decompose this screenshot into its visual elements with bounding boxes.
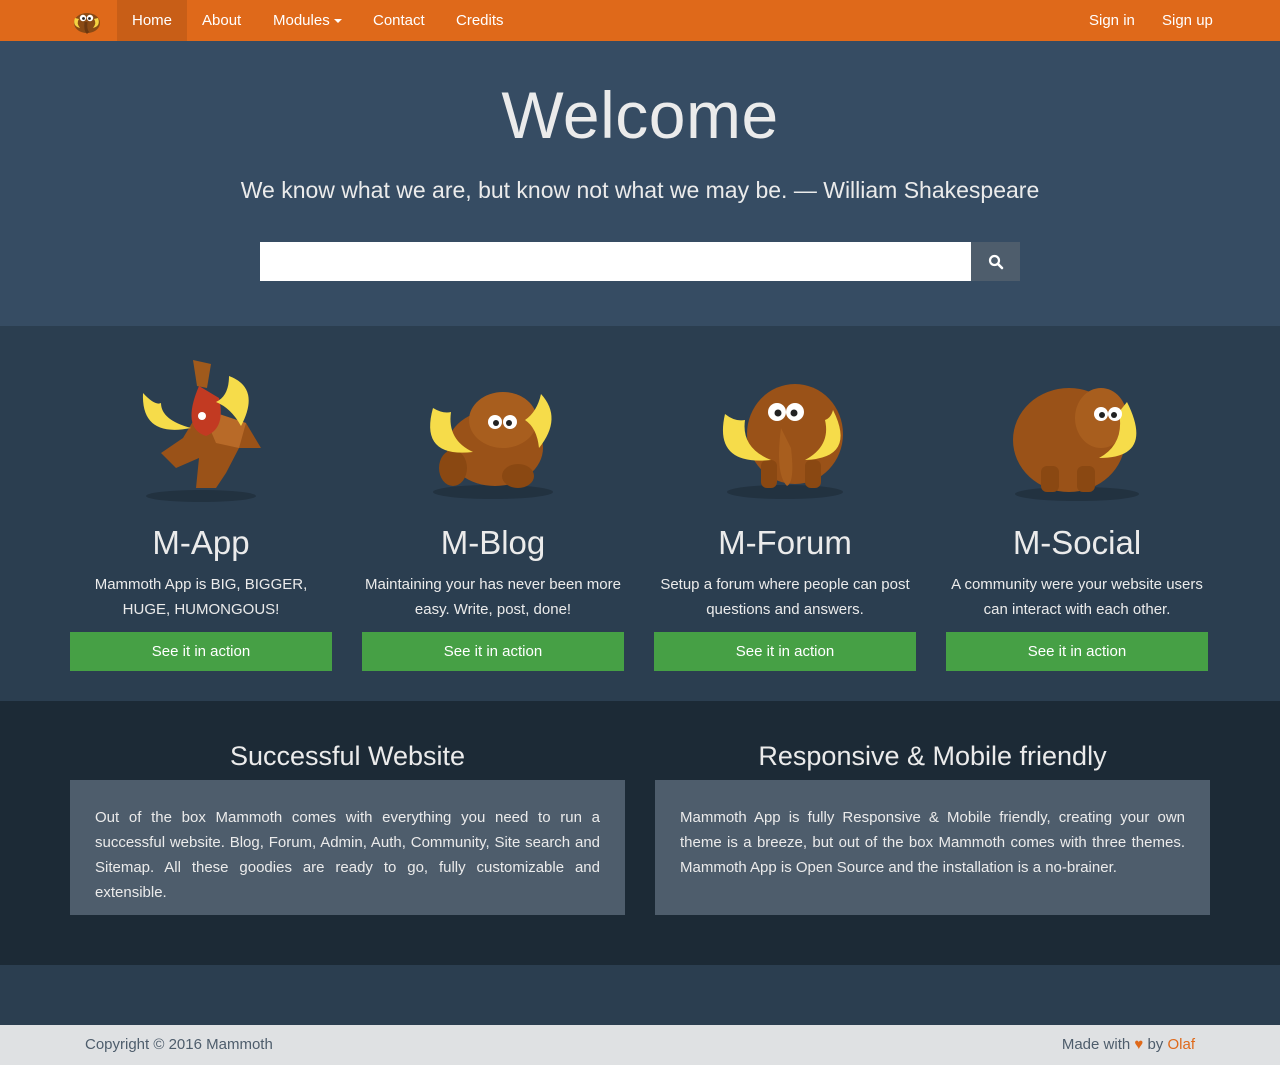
nav-modules-dropdown[interactable]: Modules <box>258 0 357 41</box>
heart-icon: ♥ <box>1134 1036 1144 1053</box>
module-title: M-Blog <box>440 524 546 561</box>
footer-made-with: Made with <box>1061 1036 1131 1053</box>
feature-text: Out of the box Mammoth comes with everyt… <box>70 780 625 915</box>
module-title: M-Social <box>1012 524 1142 561</box>
nav-sign-up[interactable]: Sign up <box>1147 0 1228 41</box>
navbar: Home About Modules Contact Credits Sign … <box>0 0 1280 41</box>
see-it-in-action-button[interactable]: See it in action <box>946 632 1208 671</box>
nav-about[interactable]: About <box>187 0 256 41</box>
nav-credits[interactable]: Credits <box>441 0 519 41</box>
footer-by: by <box>1147 1036 1164 1053</box>
search-input[interactable] <box>260 242 971 281</box>
feature-text: Mammoth App is fully Responsive & Mobile… <box>655 780 1210 915</box>
footer-credits: Made with ♥ by Olaf <box>1062 1025 1195 1065</box>
mammoth-social-icon <box>997 348 1157 508</box>
see-it-in-action-button[interactable]: See it in action <box>70 632 332 671</box>
module-description: A community were your website users can … <box>951 576 1203 618</box>
see-it-in-action-button[interactable]: See it in action <box>654 632 916 671</box>
see-it-in-action-button[interactable]: See it in action <box>362 632 624 671</box>
module-description: Maintaining your has never been more eas… <box>365 576 621 618</box>
author-link[interactable]: Olaf <box>1167 1036 1195 1053</box>
hero-section: Welcome We know what we are, but know no… <box>0 41 1280 326</box>
nav-home[interactable]: Home <box>117 0 188 41</box>
mammoth-forum-icon <box>705 348 865 508</box>
mammoth-app-icon <box>121 348 281 508</box>
module-title: M-Forum <box>718 524 852 561</box>
nav-sign-in[interactable]: Sign in <box>1074 0 1150 41</box>
hero-quote: We know what we are, but know not what w… <box>240 177 1040 203</box>
mammoth-blog-icon <box>413 348 573 508</box>
footer: Copyright © 2016 Mammoth Made with ♥ by … <box>0 1025 1280 1065</box>
mammoth-logo-icon[interactable] <box>70 4 103 36</box>
modules-section: M-App Mammoth App is BIG, BIGGER, HUGE, … <box>0 326 1280 701</box>
feature-title: Responsive & Mobile friendly <box>758 741 1107 771</box>
features-section: Successful Website Out of the box Mammot… <box>0 701 1280 965</box>
page-title: Welcome <box>501 78 779 152</box>
chevron-down-icon <box>333 19 342 24</box>
footer-copyright: Copyright © 2016 Mammoth <box>85 1036 273 1053</box>
feature-title: Successful Website <box>229 741 466 771</box>
module-title: M-App <box>152 524 250 561</box>
search-icon <box>988 254 1003 269</box>
search-button[interactable] <box>971 242 1020 281</box>
module-description: Mammoth App is BIG, BIGGER, HUGE, HUMONG… <box>94 576 308 618</box>
nav-contact[interactable]: Contact <box>358 0 440 41</box>
module-description: Setup a forum where people can post ques… <box>660 576 910 618</box>
